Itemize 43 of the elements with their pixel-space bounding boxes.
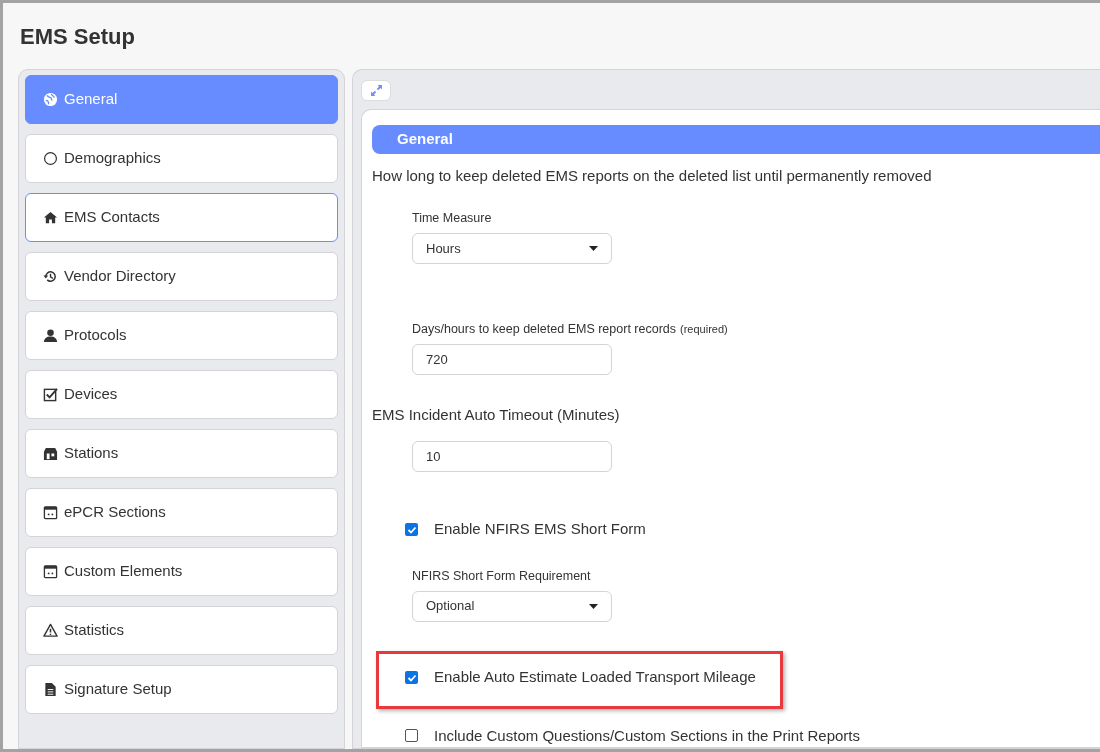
sidebar-item[interactable]: Custom Elements bbox=[25, 547, 338, 596]
field-label: NFIRS Short Form Requirement bbox=[412, 567, 591, 585]
dropdown[interactable]: Optional bbox=[412, 590, 612, 622]
checkbox-label: Include Custom Questions/Custom Sections in the Print Reports bbox=[434, 725, 861, 746]
sidebar-item[interactable]: Signature Setup bbox=[25, 665, 338, 714]
checkbox[interactable] bbox=[405, 671, 418, 684]
sidebar-item[interactable]: Vendor Directory bbox=[25, 252, 338, 301]
field-label: Time Measure bbox=[412, 210, 492, 228]
checkbox[interactable] bbox=[405, 523, 418, 536]
description-text: How long to keep deleted EMS reports on the deleted list until permanently removed bbox=[372, 165, 932, 186]
checked-box-icon bbox=[43, 387, 58, 402]
sidebar-item[interactable]: Devices bbox=[25, 370, 338, 419]
required-note: (required) bbox=[680, 322, 728, 337]
page-title: EMS Setup bbox=[20, 22, 135, 51]
field-label: Days/hours to keep deleted EMS report records bbox=[412, 321, 677, 338]
document-icon bbox=[43, 682, 58, 697]
history-icon bbox=[43, 269, 58, 284]
checkbox-label: Enable NFIRS EMS Short Form bbox=[434, 519, 646, 540]
sidebar-item[interactable]: Protocols bbox=[25, 311, 338, 360]
caret-icon bbox=[589, 603, 598, 609]
user-icon bbox=[43, 328, 58, 343]
description-text: EMS Incident Auto Timeout (Minutes) bbox=[372, 404, 620, 425]
checkbox[interactable] bbox=[405, 729, 418, 743]
globe-icon bbox=[43, 92, 58, 107]
caret-icon bbox=[589, 246, 598, 251]
sidebar-item[interactable]: Demographics bbox=[25, 134, 338, 183]
input-field[interactable]: 10 bbox=[412, 441, 612, 473]
sidebar-item[interactable]: ePCR Sections bbox=[25, 488, 338, 537]
input-field[interactable]: 720 bbox=[412, 343, 612, 375]
home-icon bbox=[43, 210, 58, 225]
house-icon bbox=[43, 446, 58, 461]
sidebar-item[interactable]: Statistics bbox=[25, 606, 338, 655]
section-header: General bbox=[372, 124, 1100, 154]
warning-icon bbox=[43, 623, 58, 638]
calendar-icon bbox=[43, 564, 58, 579]
dropdown[interactable]: Hours bbox=[412, 233, 612, 264]
expand-button[interactable] bbox=[361, 80, 391, 101]
sidebar-item[interactable]: EMS Contacts bbox=[25, 193, 338, 242]
calendar-icon bbox=[43, 505, 58, 520]
sidebar-item[interactable]: Stations bbox=[25, 429, 338, 478]
expand-icon bbox=[369, 83, 383, 97]
circle-icon bbox=[43, 151, 58, 166]
checkbox-label: Enable Auto Estimate Loaded Transport Mileage bbox=[434, 667, 756, 688]
